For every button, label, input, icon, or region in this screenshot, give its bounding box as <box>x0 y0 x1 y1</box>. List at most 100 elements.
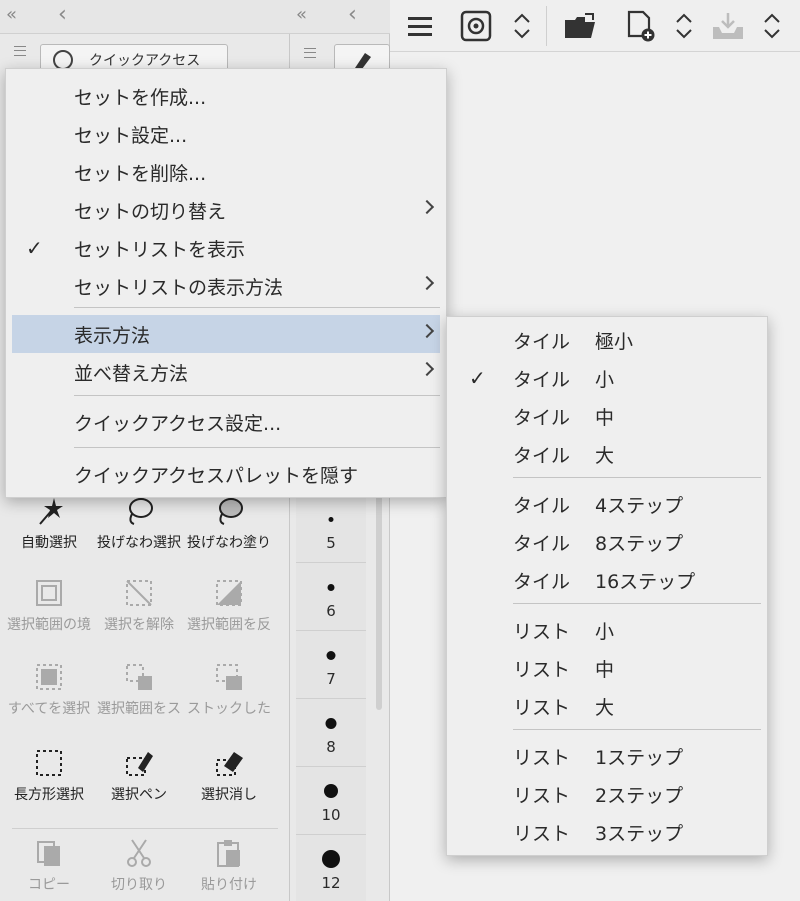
tool-paste[interactable]: 貼り付け <box>184 838 274 894</box>
menu-item[interactable]: 並べ替え方法 <box>6 353 446 391</box>
quick-access-icon <box>53 50 73 70</box>
tool-lasso-fill[interactable]: 投げなわ塗り <box>184 496 274 552</box>
back-arrow-icon[interactable]: ‹ <box>58 2 67 27</box>
tool-stocked-selection[interactable]: ストックした <box>184 662 274 718</box>
new-button[interactable] <box>622 9 658 43</box>
lasso-fill-icon <box>214 496 244 526</box>
tool-deselect[interactable]: 選択を解除 <box>94 578 184 634</box>
tool-selection-pen[interactable]: 選択ペン <box>94 748 184 804</box>
brush-size-item[interactable]: 6 <box>296 563 366 631</box>
collapse-palette-icon[interactable]: « <box>6 4 17 25</box>
menu-item[interactable]: セットリストの表示方法 <box>6 267 446 305</box>
menu-item[interactable]: 表示方法 <box>12 315 440 353</box>
tool-selection-eraser[interactable]: 選択消し <box>184 748 274 804</box>
selection-eraser-icon <box>214 748 244 778</box>
hamburger-icon <box>408 17 432 36</box>
submenu-item[interactable]: タイル 中 <box>447 397 767 435</box>
submenu-item[interactable]: タイル 16ステップ <box>447 561 767 599</box>
paste-icon <box>214 838 244 868</box>
tool-invert-selection[interactable]: 選択範囲を反 <box>184 578 274 634</box>
clip-studio-button[interactable] <box>458 9 494 43</box>
menu-divider <box>513 603 761 604</box>
menu-divider <box>74 395 440 396</box>
submenu-item[interactable]: リスト 3ステップ <box>447 813 767 851</box>
submenu-item[interactable]: ✓ タイル 小 <box>447 359 767 397</box>
menu-item[interactable]: クイックアクセス設定... <box>6 403 446 441</box>
menu-item[interactable]: クイックアクセスパレットを隠す <box>6 455 446 493</box>
brush-dot-icon <box>328 516 334 522</box>
menu-item[interactable]: セットを削除... <box>6 153 446 191</box>
submenu-item-type: リスト <box>513 822 571 845</box>
palette-menu-icon[interactable] <box>304 48 316 58</box>
tool-label: 選択を解除 <box>104 617 174 633</box>
menu-item-label: セットを削除... <box>74 162 207 185</box>
stocked-selection-icon <box>214 662 244 692</box>
brush-size-label: 6 <box>326 602 336 620</box>
selection-pen-icon <box>124 748 154 778</box>
tool-scissors[interactable]: 切り取り <box>94 838 184 894</box>
brush-size-list: 5 6 7 8 10 12 <box>296 495 366 901</box>
reorder-button[interactable] <box>504 9 540 43</box>
menu-item[interactable]: セットの切り替え <box>6 191 446 229</box>
tool-magic-wand[interactable]: 自動選択 <box>4 496 94 552</box>
submenu-item[interactable]: タイル 極小 <box>447 321 767 359</box>
tool-select-all[interactable]: すべてを選択 <box>4 662 94 718</box>
palette-titlebar: « ‹ <box>0 0 290 34</box>
chevron-right-icon <box>419 361 435 377</box>
selection-border-icon <box>34 578 64 608</box>
submenu-item[interactable]: リスト 2ステップ <box>447 775 767 813</box>
magic-wand-icon <box>34 496 64 526</box>
brush-size-item[interactable]: 8 <box>296 699 366 767</box>
reorder-button[interactable] <box>754 9 790 43</box>
brush-size-item[interactable]: 12 <box>296 835 366 901</box>
copy-icon <box>34 838 64 868</box>
checkmark-icon: ✓ <box>26 236 43 260</box>
brush-size-item[interactable]: 5 <box>296 495 366 563</box>
brush-size-item[interactable]: 10 <box>296 767 366 835</box>
menu-item[interactable]: セット設定... <box>6 115 446 153</box>
tool-selection-border[interactable]: 選択範囲の境 <box>4 578 94 634</box>
menu-item-label: クイックアクセスパレットを隠す <box>74 464 359 487</box>
menu-item-label: クイックアクセス設定... <box>74 412 282 435</box>
tool-rectangle-select[interactable]: 長方形選択 <box>4 748 94 804</box>
brush-size-label: 12 <box>321 874 341 892</box>
invert-selection-icon <box>214 578 244 608</box>
collapse-palette-icon[interactable]: « <box>296 4 307 25</box>
reorder-button[interactable] <box>666 9 702 43</box>
tool-lasso[interactable]: 投げなわ選択 <box>94 496 184 552</box>
palette-menu-icon[interactable] <box>14 46 26 56</box>
tool-label: 投げなわ塗り <box>187 535 271 551</box>
submenu-item-type: リスト <box>513 746 571 769</box>
submenu-item[interactable]: リスト 中 <box>447 649 767 687</box>
save-button[interactable] <box>710 9 746 43</box>
submenu-item[interactable]: リスト 大 <box>447 687 767 725</box>
submenu-item-size: 中 <box>595 406 615 429</box>
submenu-item-size: 2ステップ <box>595 784 684 807</box>
chevron-updown-icon <box>676 13 692 39</box>
menu-item[interactable]: セットを作成... <box>6 77 446 115</box>
tool-label: 選択範囲を反 <box>187 617 271 633</box>
back-arrow-icon[interactable]: ‹ <box>348 2 357 27</box>
submenu-item-type: タイル <box>513 570 571 593</box>
submenu-item[interactable]: リスト 1ステップ <box>447 737 767 775</box>
submenu-item[interactable]: タイル 大 <box>447 435 767 473</box>
open-button[interactable] <box>562 9 598 43</box>
menu-button[interactable] <box>402 9 438 43</box>
chevron-right-icon <box>419 323 435 339</box>
submenu-item-size: 4ステップ <box>595 494 684 517</box>
tab-label: クイックアクセス <box>89 53 201 69</box>
brush-size-item[interactable]: 7 <box>296 631 366 699</box>
brush-size-label: 8 <box>326 738 336 756</box>
tool-label: すべてを選択 <box>7 701 91 717</box>
submenu-item[interactable]: リスト 小 <box>447 611 767 649</box>
brush-dot-icon <box>325 717 337 729</box>
tool-store-selection[interactable]: 選択範囲をス <box>94 662 184 718</box>
submenu-item[interactable]: タイル 4ステップ <box>447 485 767 523</box>
tool-label: ストックした <box>187 701 271 717</box>
menu-item-label: 表示方法 <box>74 324 151 347</box>
submenu-item-size: 8ステップ <box>595 532 684 555</box>
submenu-item-size: 中 <box>595 658 615 681</box>
tool-copy[interactable]: コピー <box>4 838 94 894</box>
menu-item[interactable]: ✓ セットリストを表示 <box>6 229 446 267</box>
submenu-item[interactable]: タイル 8ステップ <box>447 523 767 561</box>
